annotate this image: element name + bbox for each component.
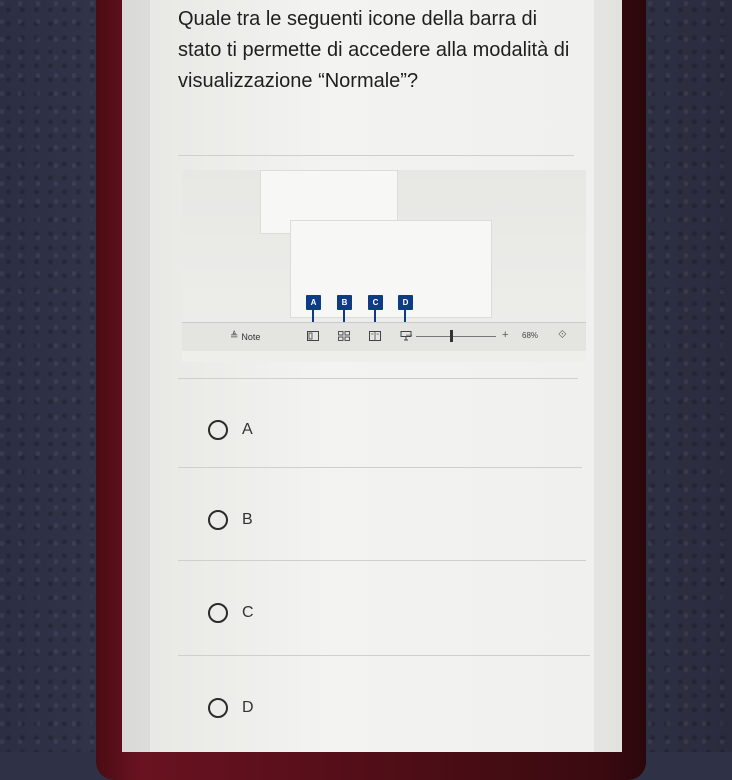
option-a[interactable]: A bbox=[208, 420, 253, 440]
divider bbox=[178, 655, 590, 656]
callout-d: D bbox=[398, 295, 413, 310]
statusbar-figure: A B C D ≜ Note – + 68% ⟐ bbox=[182, 170, 586, 362]
normal-view-icon[interactable] bbox=[307, 331, 319, 341]
option-b[interactable]: B bbox=[208, 510, 253, 530]
zoom-slider-thumb[interactable] bbox=[450, 330, 453, 342]
fit-to-window-icon[interactable]: ⟐ bbox=[558, 329, 567, 342]
zoom-slider[interactable] bbox=[416, 336, 496, 337]
radio-button[interactable] bbox=[208, 510, 228, 530]
callout-a: A bbox=[306, 295, 321, 310]
notes-button[interactable]: ≜ Note bbox=[230, 331, 260, 342]
notes-icon: ≜ bbox=[230, 331, 239, 342]
question-text: Quale tra le seguenti icone della barra … bbox=[178, 8, 570, 92]
option-label: C bbox=[242, 604, 254, 621]
quiz-card: Quale tra le seguenti icone della barra … bbox=[150, 0, 594, 752]
zoom-out-button[interactable]: – bbox=[406, 329, 412, 341]
slide-sorter-icon[interactable] bbox=[338, 331, 350, 341]
option-label: B bbox=[242, 511, 253, 528]
notes-label: Note bbox=[241, 331, 261, 342]
radio-button[interactable] bbox=[208, 698, 228, 718]
option-label: D bbox=[242, 699, 254, 716]
phone-screen: Quale tra le seguenti icone della barra … bbox=[122, 0, 622, 752]
option-label: A bbox=[242, 421, 253, 438]
zoom-in-button[interactable]: + bbox=[502, 329, 508, 341]
reading-view-icon[interactable] bbox=[369, 331, 381, 341]
statusbar: ≜ Note – + 68% ⟐ bbox=[182, 322, 586, 351]
radio-button[interactable] bbox=[208, 603, 228, 623]
divider bbox=[178, 155, 574, 156]
radio-button[interactable] bbox=[208, 420, 228, 440]
divider bbox=[178, 378, 578, 379]
option-c[interactable]: C bbox=[208, 603, 254, 623]
divider bbox=[178, 467, 582, 468]
callout-c: C bbox=[368, 295, 383, 310]
callout-b: B bbox=[337, 295, 352, 310]
option-d[interactable]: D bbox=[208, 698, 254, 718]
zoom-percent[interactable]: 68% bbox=[522, 331, 538, 340]
divider bbox=[178, 560, 586, 561]
